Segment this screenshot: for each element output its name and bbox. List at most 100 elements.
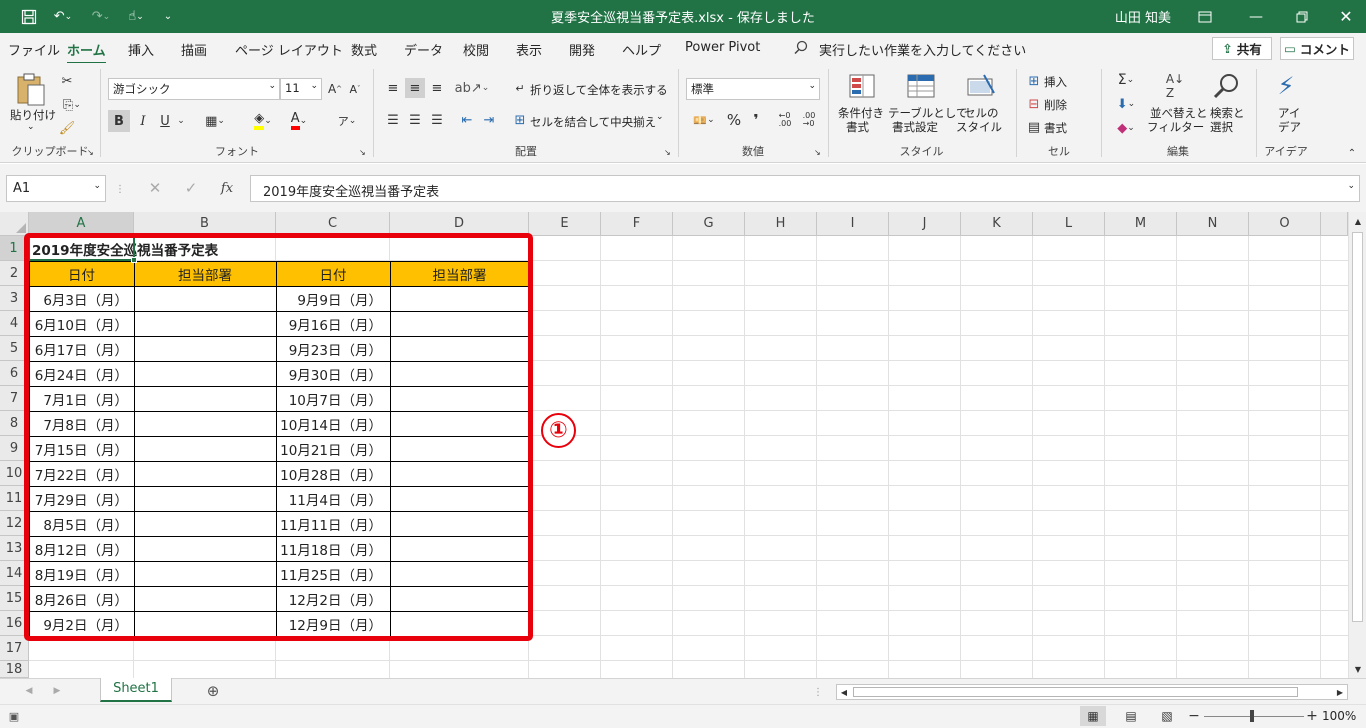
- page-layout-view-icon[interactable]: ▤: [1118, 706, 1144, 726]
- zoom-level[interactable]: 100%: [1322, 709, 1356, 723]
- customize-qat-icon[interactable]: ⌄: [158, 0, 178, 33]
- wrap-text-icon[interactable]: ↵: [511, 78, 529, 98]
- format-painter-icon[interactable]: 🖌: [58, 119, 76, 137]
- alignment-launcher-icon[interactable]: ↘: [664, 148, 671, 157]
- cut-icon[interactable]: ✂: [58, 72, 76, 90]
- comma-style-icon[interactable]: ❜: [746, 110, 766, 130]
- tab-file[interactable]: ファイル: [8, 40, 60, 59]
- underline-dropdown-icon[interactable]: ⌄: [174, 110, 188, 132]
- number-launcher-icon[interactable]: ↘: [814, 148, 821, 157]
- scroll-right-icon[interactable]: ▶: [1333, 685, 1347, 699]
- save-icon[interactable]: [14, 0, 44, 33]
- column-header-j[interactable]: J: [889, 212, 961, 236]
- insert-function-icon[interactable]: fx: [216, 178, 238, 198]
- font-size-select[interactable]: 11 ⌄: [280, 78, 322, 100]
- scroll-down-icon[interactable]: ▼: [1349, 662, 1366, 676]
- select-all-button[interactable]: [0, 212, 29, 236]
- next-sheet-icon[interactable]: ▶: [50, 684, 64, 698]
- format-cells-icon[interactable]: ▤: [1026, 119, 1042, 135]
- increase-decimal-icon[interactable]: ←0.00: [774, 110, 796, 130]
- normal-view-icon[interactable]: ▦: [1080, 706, 1106, 726]
- row-header-18[interactable]: 18: [0, 661, 29, 678]
- enter-icon[interactable]: ✓: [180, 178, 202, 198]
- clipboard-launcher-icon[interactable]: ↘: [87, 148, 94, 157]
- autosum-icon[interactable]: Σ ⌄: [1111, 71, 1141, 89]
- tab-page-layout[interactable]: ページ レイアウト: [235, 40, 343, 59]
- align-center-icon[interactable]: ☰: [405, 110, 425, 130]
- page-break-view-icon[interactable]: ▧: [1154, 706, 1180, 726]
- underline-button[interactable]: U: [154, 110, 176, 132]
- format-cells-button[interactable]: 書式: [1044, 120, 1067, 136]
- horizontal-scrollbar[interactable]: ◀ ▶: [836, 684, 1348, 700]
- merge-center-icon[interactable]: ⊞: [511, 110, 529, 130]
- merge-dropdown-icon[interactable]: ⌄: [656, 112, 664, 122]
- insert-cells-button[interactable]: 挿入: [1044, 74, 1067, 90]
- phonetic-icon[interactable]: ア ⌄: [330, 110, 364, 132]
- zoom-slider-thumb[interactable]: [1250, 710, 1254, 722]
- decrease-indent-icon[interactable]: ⇤: [457, 110, 477, 130]
- share-button[interactable]: ⇪ 共有: [1212, 37, 1272, 60]
- tab-split-grip-icon[interactable]: ⋮: [813, 683, 823, 701]
- vertical-scroll-thumb[interactable]: [1352, 232, 1363, 622]
- insert-cells-icon[interactable]: ⊞: [1026, 73, 1042, 89]
- borders-icon[interactable]: ▦ ⌄: [198, 110, 232, 132]
- tell-me-input[interactable]: 実行したい作業を入力してください: [819, 40, 1026, 59]
- align-bottom-icon[interactable]: ≡: [427, 78, 447, 98]
- minimize-icon[interactable]: —: [1236, 0, 1276, 33]
- column-header-k[interactable]: K: [961, 212, 1033, 236]
- column-header-overflow[interactable]: [1321, 212, 1348, 236]
- font-launcher-icon[interactable]: ↘: [359, 148, 366, 157]
- sheet-tab-sheet1[interactable]: Sheet1: [100, 678, 172, 702]
- decrease-decimal-icon[interactable]: .00 →0: [798, 110, 820, 130]
- paste-icon[interactable]: [12, 71, 48, 107]
- column-header-e[interactable]: E: [529, 212, 601, 236]
- zoom-slider[interactable]: [1204, 716, 1304, 717]
- horizontal-scroll-thumb[interactable]: [853, 687, 1298, 697]
- undo-icon[interactable]: ↶ ⌄: [48, 0, 78, 33]
- paste-label[interactable]: 貼り付け: [10, 107, 56, 123]
- column-header-g[interactable]: G: [673, 212, 745, 236]
- align-top-icon[interactable]: ≡: [383, 78, 403, 98]
- name-box[interactable]: A1 ⌄: [6, 175, 106, 202]
- format-as-table-button[interactable]: テーブルとして 書式設定: [888, 69, 967, 139]
- wrap-text-button[interactable]: 折り返して全体を表示する: [530, 82, 668, 98]
- delete-cells-icon[interactable]: ⊟: [1026, 96, 1042, 112]
- column-header-n[interactable]: N: [1177, 212, 1249, 236]
- column-header-o[interactable]: O: [1249, 212, 1321, 236]
- fill-icon[interactable]: ⬇ ⌄: [1111, 95, 1141, 113]
- align-right-icon[interactable]: ☰: [427, 110, 447, 130]
- collapse-ribbon-icon[interactable]: ⌃: [1345, 147, 1359, 159]
- column-header-h[interactable]: H: [745, 212, 817, 236]
- increase-indent-icon[interactable]: ⇥: [479, 110, 499, 130]
- add-sheet-icon[interactable]: ⊕: [204, 682, 222, 700]
- delete-cells-button[interactable]: 削除: [1044, 97, 1067, 113]
- fill-color-icon[interactable]: ◈ ⌄: [246, 110, 280, 132]
- find-select-button[interactable]: 検索と 選択: [1203, 69, 1251, 139]
- user-name[interactable]: 山田 知美: [1108, 0, 1178, 33]
- bold-button[interactable]: B: [108, 110, 130, 132]
- number-format-select[interactable]: 標準 ⌄: [686, 78, 820, 100]
- formula-input[interactable]: 2019年度安全巡視当番予定表 ⌄: [250, 175, 1360, 202]
- row-header-17[interactable]: 17: [0, 636, 29, 661]
- tab-insert[interactable]: 挿入: [128, 40, 154, 59]
- align-left-icon[interactable]: ☰: [383, 110, 403, 130]
- tab-formulas[interactable]: 数式: [351, 40, 377, 59]
- restore-icon[interactable]: [1282, 0, 1322, 33]
- paste-dropdown-icon[interactable]: ⌄: [27, 122, 35, 132]
- tab-data[interactable]: データ: [404, 40, 443, 59]
- search-icon[interactable]: [794, 40, 808, 58]
- macro-record-icon[interactable]: ▣: [6, 708, 22, 724]
- comment-button[interactable]: ▭ コメント: [1280, 37, 1354, 60]
- redo-icon[interactable]: ↷ ⌄: [86, 0, 116, 33]
- scroll-up-icon[interactable]: ▲: [1349, 214, 1366, 228]
- zoom-out-icon[interactable]: −: [1188, 707, 1200, 725]
- merge-center-button[interactable]: セルを結合して中央揃え: [530, 114, 656, 130]
- cancel-icon[interactable]: ✕: [144, 178, 166, 198]
- column-header-i[interactable]: I: [817, 212, 889, 236]
- tab-review[interactable]: 校閲: [463, 40, 489, 59]
- close-icon[interactable]: ✕: [1326, 0, 1366, 33]
- tab-developer[interactable]: 開発: [569, 40, 595, 59]
- sort-filter-button[interactable]: A↓ Z 並べ替えと フィルター: [1147, 69, 1208, 139]
- decrease-font-icon[interactable]: Aˇ: [346, 80, 364, 98]
- tab-draw[interactable]: 描画: [181, 40, 207, 59]
